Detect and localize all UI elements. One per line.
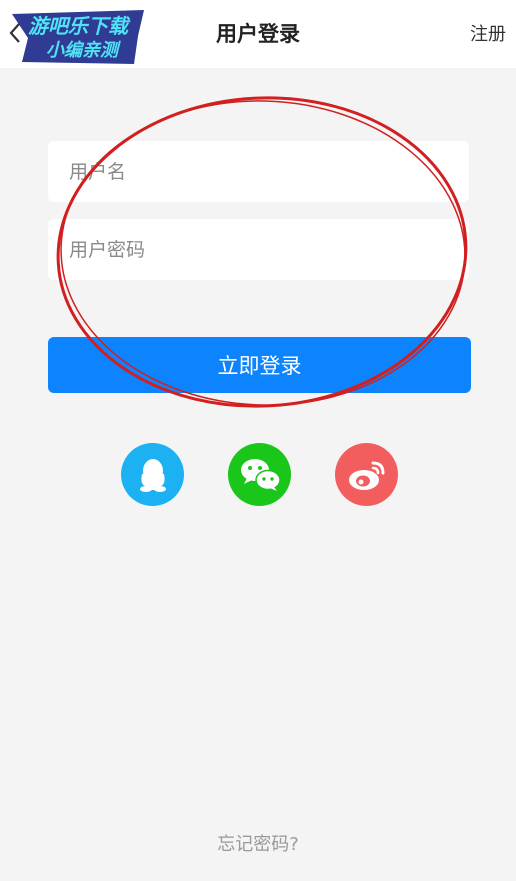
page-title: 用户登录 — [216, 22, 300, 46]
qq-login-button[interactable] — [121, 443, 184, 506]
register-link[interactable]: 注册 — [470, 20, 506, 46]
wechat-login-button[interactable] — [228, 443, 291, 506]
wechat-icon — [240, 458, 281, 491]
login-button[interactable]: 立即登录 — [48, 337, 471, 393]
qq-icon — [139, 458, 166, 492]
red-ellipse-annotation — [56, 96, 468, 408]
username-field[interactable] — [48, 141, 469, 202]
header-bar: 用户登录 注册 — [0, 0, 516, 68]
weibo-login-button[interactable] — [335, 443, 398, 506]
username-input[interactable] — [69, 160, 469, 183]
password-field[interactable] — [48, 219, 469, 280]
weibo-icon — [348, 461, 384, 490]
forgot-password-link[interactable]: 忘记密码? — [0, 830, 516, 856]
password-input[interactable] — [69, 238, 469, 261]
